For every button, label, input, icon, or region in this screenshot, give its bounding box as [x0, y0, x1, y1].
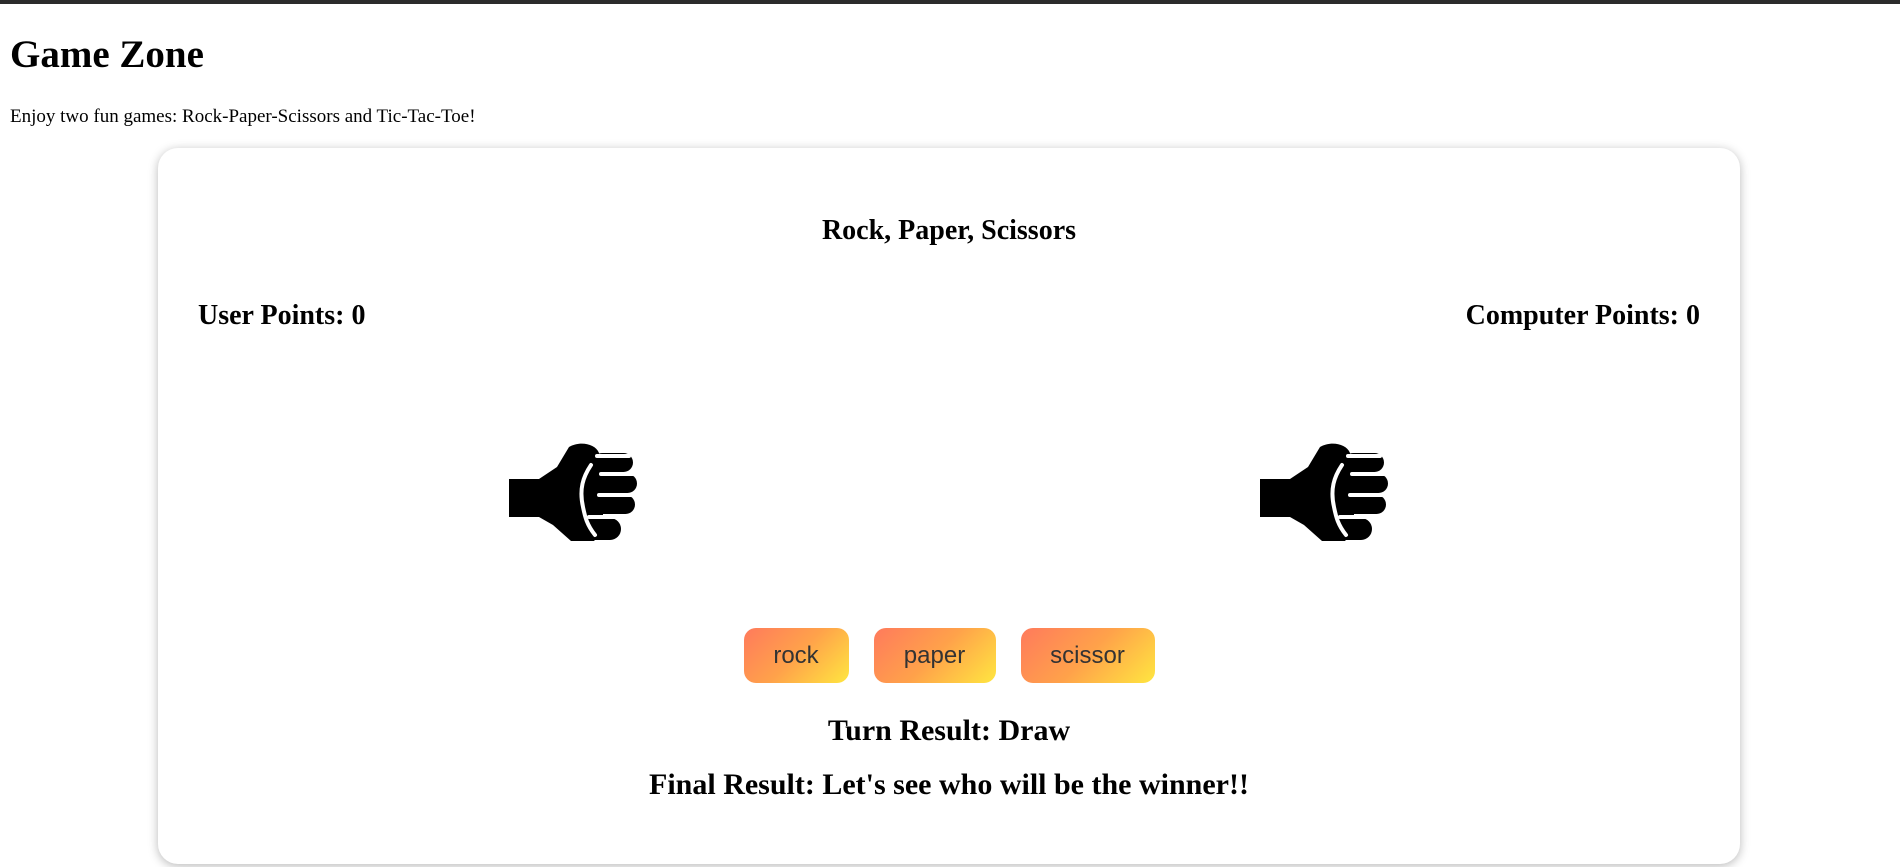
user-points: User Points: 0 [198, 300, 366, 331]
page-title: Game Zone [10, 33, 204, 76]
computer-points: Computer Points: 0 [1465, 300, 1700, 331]
page-subtitle: Enjoy two fun games: Rock-Paper-Scissors… [10, 106, 476, 127]
game-card: Rock, Paper, Scissors User Points: 0 Com… [158, 148, 1740, 864]
top-border [0, 0, 1900, 4]
paper-button[interactable]: paper [873, 628, 996, 683]
final-result: Final Result: Let's see who will be the … [649, 768, 1249, 801]
computer-hand-fist-icon [1260, 443, 1390, 548]
rock-button[interactable]: rock [743, 628, 849, 683]
choice-buttons: rock paper scissor [158, 628, 1740, 683]
turn-result: Turn Result: Draw [827, 714, 1071, 747]
scissor-button[interactable]: scissor [1020, 628, 1155, 683]
user-hand-fist-icon [509, 443, 639, 548]
game-title: Rock, Paper, Scissors [821, 215, 1077, 246]
